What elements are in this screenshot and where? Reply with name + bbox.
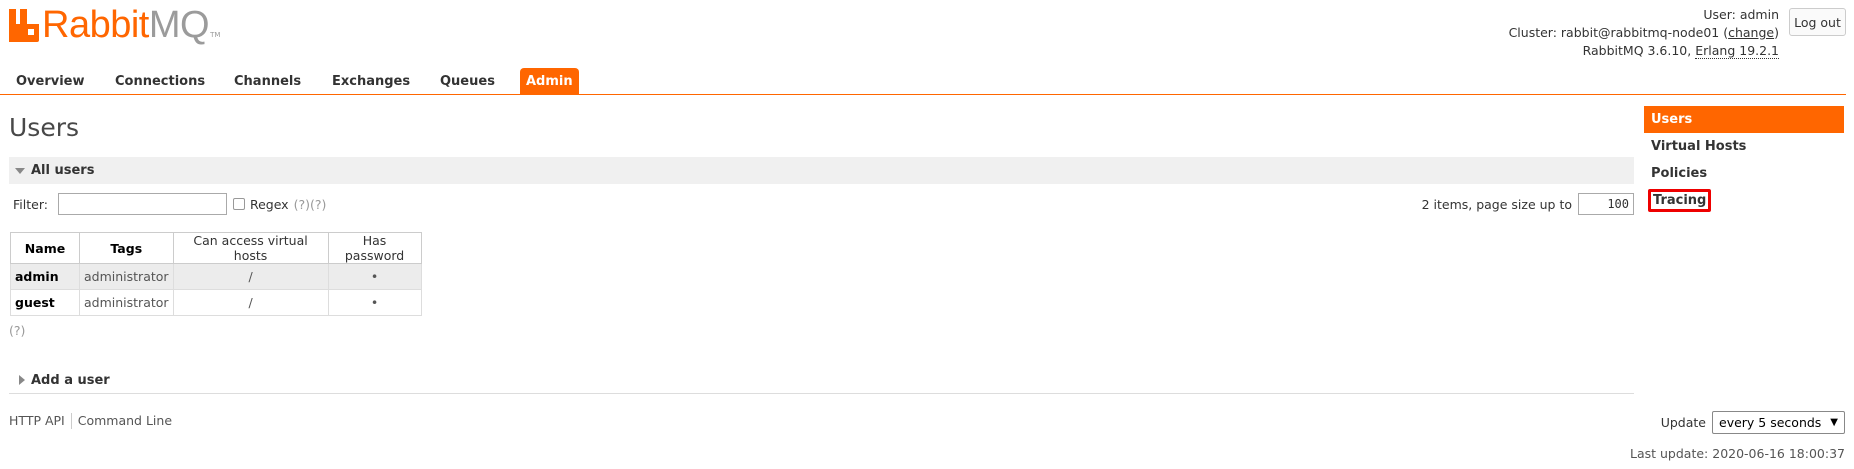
- update-interval-value: every 5 seconds: [1719, 415, 1822, 430]
- last-update-text: Last update: 2020-06-16 18:00:37: [1630, 446, 1845, 461]
- filter-row: Filter: Regex (?) (?): [13, 193, 326, 215]
- tab-admin[interactable]: Admin: [520, 68, 579, 95]
- user-name-link[interactable]: admin: [10, 263, 80, 290]
- sidebar-item-policies[interactable]: Policies: [1644, 160, 1844, 187]
- dropdown-arrow-icon: ▼: [1830, 417, 1838, 428]
- sidebar-item-tracing-label: Tracing: [1648, 189, 1712, 212]
- change-cluster-link[interactable]: change: [1728, 25, 1774, 40]
- current-user: admin: [1739, 7, 1779, 22]
- pager-text: 2 items, page size up to: [1421, 196, 1572, 212]
- cluster-line: Cluster: rabbit@rabbitmq-node01 (change): [1508, 25, 1779, 40]
- column-tags[interactable]: Tags: [79, 232, 174, 264]
- expand-triangle-icon: [19, 375, 25, 385]
- regex-help-link[interactable]: (?): [294, 197, 310, 212]
- sidebar-item-virtual-hosts[interactable]: Virtual Hosts: [1644, 133, 1844, 160]
- pager: 2 items, page size up to 100: [1422, 193, 1634, 215]
- table-help-link[interactable]: (?): [9, 323, 25, 338]
- regex-label: Regex: [249, 196, 289, 212]
- user-has-password: •: [327, 263, 422, 290]
- update-label: Update: [1660, 415, 1706, 430]
- rabbitmq-version: RabbitMQ 3.6.10,: [1582, 43, 1692, 58]
- tab-channels[interactable]: Channels: [234, 68, 301, 95]
- collapse-triangle-icon: [15, 167, 25, 174]
- logo-trademark: TM: [210, 31, 221, 39]
- column-has-password[interactable]: Has password: [327, 232, 422, 264]
- logout-button[interactable]: Log out: [1789, 8, 1846, 36]
- sidebar-item-users[interactable]: Users: [1644, 106, 1844, 133]
- sidebar-item-tracing[interactable]: Tracing: [1644, 187, 1844, 214]
- tab-overview[interactable]: Overview: [16, 68, 85, 95]
- filter-input[interactable]: [57, 193, 227, 215]
- table-row: admin administrator / •: [10, 263, 422, 290]
- rabbitmq-logo[interactable]: RabbitMQ TM: [9, 5, 220, 45]
- users-table: Name Tags Can access virtual hosts Has p…: [10, 232, 422, 316]
- cluster-name: rabbit@rabbitmq-node01: [1560, 25, 1720, 40]
- rabbit-logo-icon: [9, 8, 39, 42]
- regex-help-link-2[interactable]: (?): [310, 197, 326, 212]
- cluster-info: User: admin Cluster: rabbit@rabbitmq-nod…: [1509, 6, 1779, 60]
- column-name[interactable]: Name: [10, 232, 80, 264]
- logo-wordmark: RabbitMQ: [42, 4, 210, 46]
- column-vhosts[interactable]: Can access virtual hosts: [172, 232, 329, 264]
- add-user-section-header[interactable]: Add a user: [9, 367, 1634, 394]
- regex-checkbox[interactable]: [232, 198, 245, 210]
- filter-label: Filter:: [13, 196, 48, 212]
- update-interval-select[interactable]: every 5 seconds ▼: [1712, 411, 1845, 434]
- table-row: guest administrator / •: [10, 289, 422, 316]
- tab-exchanges[interactable]: Exchanges: [332, 68, 410, 95]
- command-line-link[interactable]: Command Line: [78, 413, 172, 429]
- add-user-title: Add a user: [31, 372, 110, 388]
- tab-queues[interactable]: Queues: [440, 68, 495, 95]
- user-vhosts: /: [172, 263, 329, 290]
- main-nav-tabs: Overview Connections Channels Exchanges …: [0, 68, 1846, 95]
- page-title: Users: [9, 113, 80, 142]
- version-line: RabbitMQ 3.6.10, Erlang 19.2.1: [1509, 42, 1779, 60]
- page-size-input[interactable]: 100: [1578, 193, 1634, 215]
- tab-connections[interactable]: Connections: [115, 68, 205, 95]
- user-tags: administrator: [79, 263, 174, 290]
- user-vhosts: /: [172, 289, 329, 316]
- user-has-password: •: [327, 289, 422, 316]
- user-line: User: admin: [1703, 7, 1779, 22]
- footer-links: HTTP API Command Line: [9, 413, 172, 429]
- http-api-link[interactable]: HTTP API: [9, 413, 65, 429]
- user-tags: administrator: [79, 289, 174, 316]
- all-users-title: All users: [31, 163, 95, 178]
- all-users-section-header[interactable]: All users: [9, 157, 1634, 184]
- table-header-row: Name Tags Can access virtual hosts Has p…: [10, 232, 422, 264]
- footer-divider: [70, 413, 72, 429]
- update-control: Update every 5 seconds ▼: [1661, 411, 1845, 434]
- erlang-version: Erlang 19.2.1: [1695, 43, 1779, 59]
- user-name-link[interactable]: guest: [10, 289, 80, 316]
